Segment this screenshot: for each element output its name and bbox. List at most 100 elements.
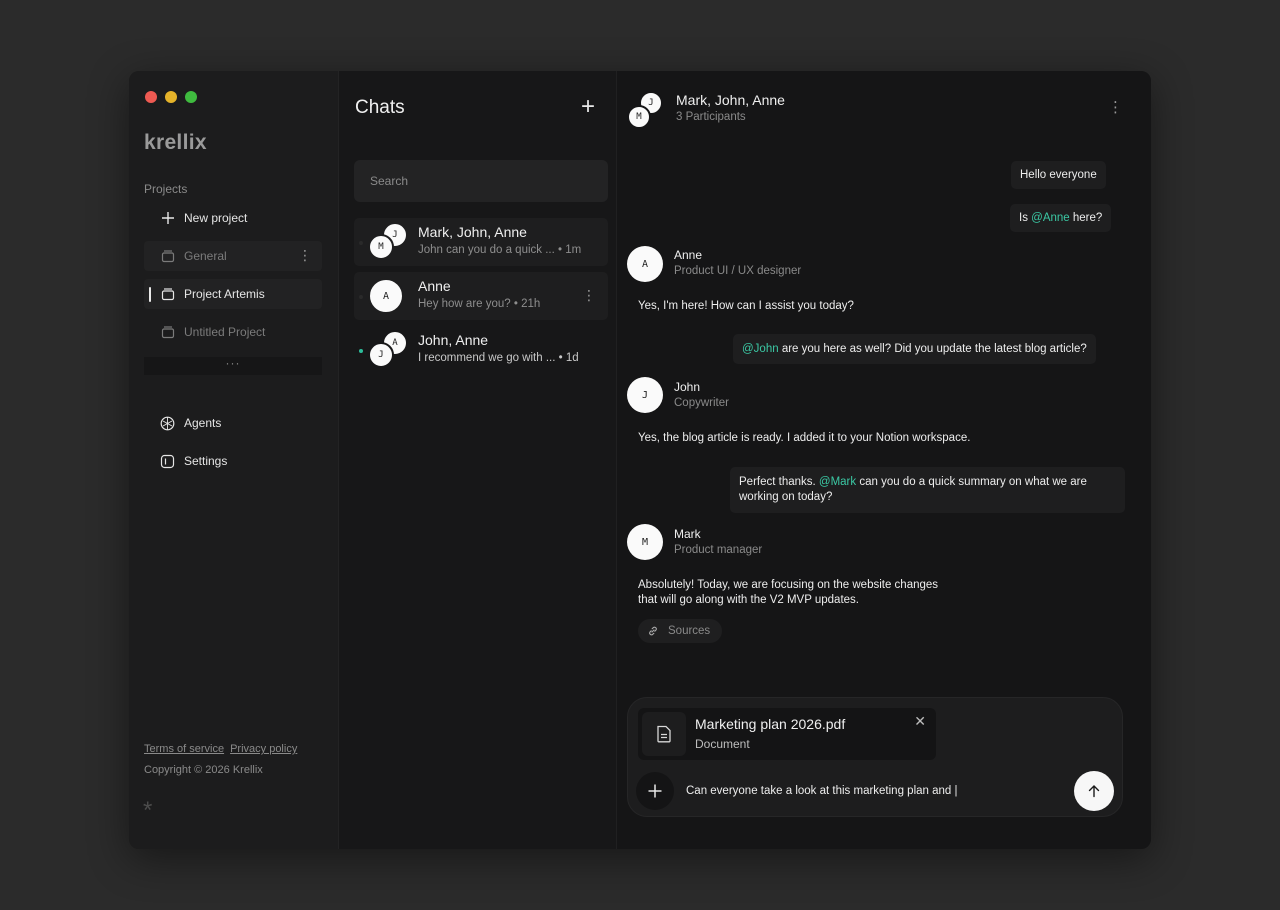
- minimize-window-button[interactable]: [165, 91, 177, 103]
- chat-name: John, Anne: [418, 332, 489, 348]
- app-window: krellix Projects New project General ⋮ P…: [129, 71, 1151, 849]
- chat-item[interactable]: A J John, Anne I recommend we go with ..…: [354, 326, 608, 374]
- sidebar-item-untitled-project[interactable]: Untitled Project: [144, 317, 322, 347]
- message-composer: Marketing plan 2026.pdf Document ✕: [627, 697, 1123, 817]
- attachment-type: Document: [695, 737, 750, 751]
- message-text: here?: [1069, 211, 1103, 224]
- mention[interactable]: @Anne: [1031, 211, 1070, 226]
- new-project-button[interactable]: New project: [144, 203, 322, 233]
- sender-name: Anne: [674, 248, 703, 262]
- projects-label: Projects: [144, 182, 188, 196]
- sidebar-item-project-artemis[interactable]: Project Artemis: [144, 279, 322, 309]
- message-text: Absolutely! Today, we are focusing on th…: [638, 579, 939, 591]
- chat-preview: Hey how are you? • 21h: [418, 298, 541, 310]
- app-logo: krellix: [144, 131, 207, 154]
- incoming-message: Yes, the blog article is ready. I added …: [638, 432, 971, 444]
- sidebar-item-settings[interactable]: Settings: [144, 446, 322, 476]
- more-options-icon[interactable]: ⋮: [582, 288, 596, 302]
- conversation-panel: J M Mark, John, Anne 3 Participants ⋮ He…: [617, 71, 1151, 849]
- new-chat-button[interactable]: +: [581, 93, 595, 121]
- sender-role: Product manager: [674, 544, 763, 556]
- incoming-message: Absolutely! Today, we are focusing on th…: [638, 578, 938, 608]
- new-project-label: New project: [184, 211, 248, 225]
- agents-label: Agents: [184, 416, 222, 430]
- sources-label: Sources: [668, 625, 711, 637]
- status-dot: [359, 241, 363, 245]
- chats-title: Chats: [355, 97, 405, 118]
- chat-preview: I recommend we go with ... • 1d: [418, 352, 579, 364]
- sender-role: Copywriter: [674, 397, 729, 409]
- sender-role: Product UI / UX designer: [674, 265, 802, 277]
- message-input[interactable]: [686, 782, 1046, 800]
- conversation-title: Mark, John, Anne: [676, 92, 785, 108]
- window-controls: [145, 91, 197, 103]
- message-text: Is: [1019, 211, 1032, 224]
- settings-label: Settings: [184, 454, 228, 468]
- settings-icon: [160, 454, 175, 469]
- copyright-text: Copyright © 2026 Krellix: [144, 764, 263, 776]
- outgoing-message: @John are you here as well? Did you upda…: [733, 334, 1096, 364]
- online-status-dot: [359, 349, 363, 353]
- chats-panel: Chats + Search J M Mark, John, Anne John…: [339, 71, 617, 849]
- attachment-card: Marketing plan 2026.pdf Document ✕: [638, 708, 936, 760]
- search-input[interactable]: Search: [354, 160, 608, 202]
- sender-avatar: M: [627, 524, 663, 560]
- asterisk-icon: *: [143, 797, 153, 824]
- agents-icon: [160, 416, 175, 431]
- participants-count: 3 Participants: [676, 111, 746, 123]
- folder-icon: [160, 249, 175, 264]
- avatar: M: [627, 105, 651, 129]
- folder-icon: [160, 287, 175, 302]
- message-text: Perfect thanks.: [739, 476, 819, 488]
- sender-avatar: A: [627, 246, 663, 282]
- message-text: can you do a quick summary on what we ar…: [856, 476, 1087, 488]
- remove-attachment-icon[interactable]: ✕: [914, 714, 926, 728]
- chat-name: Anne: [418, 278, 451, 294]
- privacy-link[interactable]: Privacy policy: [230, 743, 297, 755]
- send-button[interactable]: [1074, 771, 1114, 811]
- terms-link[interactable]: Terms of service: [144, 743, 224, 755]
- message-text: are you here as well? Did you update the…: [778, 342, 1087, 355]
- avatar: A: [368, 278, 404, 314]
- sidebar-item-label: Untitled Project: [184, 325, 266, 339]
- chat-item[interactable]: A Anne Hey how are you? • 21h ⋮: [354, 272, 608, 320]
- chat-preview: John can you do a quick ... • 1m: [418, 244, 582, 256]
- attachment-name: Marketing plan 2026.pdf: [695, 716, 846, 732]
- chat-item[interactable]: J M Mark, John, Anne John can you do a q…: [354, 218, 608, 266]
- message-line: Perfect thanks. @Mark can you do a quick…: [739, 475, 1087, 490]
- chat-name: Mark, John, Anne: [418, 224, 527, 240]
- status-dot: [359, 295, 363, 299]
- maximize-window-button[interactable]: [185, 91, 197, 103]
- outgoing-message: Hello everyone: [1011, 161, 1106, 189]
- conversation-options-icon[interactable]: ⋮: [1108, 100, 1123, 115]
- more-options-icon[interactable]: ⋮: [298, 248, 312, 262]
- outgoing-message: Is @Anne here?: [1010, 204, 1112, 232]
- arrow-up-icon: [1088, 785, 1100, 798]
- avatar: M: [368, 234, 394, 260]
- folder-icon: [160, 325, 175, 340]
- sidebar-item-general[interactable]: General ⋮: [144, 241, 322, 271]
- plus-icon: [160, 211, 175, 226]
- sender-avatar: J: [627, 377, 663, 413]
- sender-name: Mark: [674, 527, 701, 541]
- incoming-message: Yes, I'm here! How can I assist you toda…: [638, 300, 854, 312]
- mention[interactable]: @Mark: [819, 476, 856, 488]
- message-text: working on today?: [739, 491, 833, 503]
- active-indicator: [149, 287, 151, 302]
- show-more-projects-button[interactable]: ···: [144, 357, 322, 375]
- mention[interactable]: @John: [742, 342, 779, 357]
- conversation-avatars: J M: [627, 91, 667, 131]
- document-icon: [642, 712, 686, 756]
- sidebar-item-agents[interactable]: Agents: [144, 408, 322, 438]
- add-attachment-button[interactable]: [636, 772, 674, 810]
- close-window-button[interactable]: [145, 91, 157, 103]
- avatar: J: [368, 342, 394, 368]
- outgoing-message: Perfect thanks. @Mark can you do a quick…: [730, 467, 1125, 513]
- link-icon: [647, 625, 659, 637]
- footer-links: Terms of service Privacy policy: [144, 743, 303, 755]
- sidebar-item-label: General: [184, 249, 227, 263]
- message-text: that will go along with the V2 MVP updat…: [638, 594, 859, 606]
- sidebar-item-label: Project Artemis: [184, 287, 265, 301]
- sender-name: John: [674, 380, 701, 394]
- sources-button[interactable]: Sources: [638, 619, 722, 643]
